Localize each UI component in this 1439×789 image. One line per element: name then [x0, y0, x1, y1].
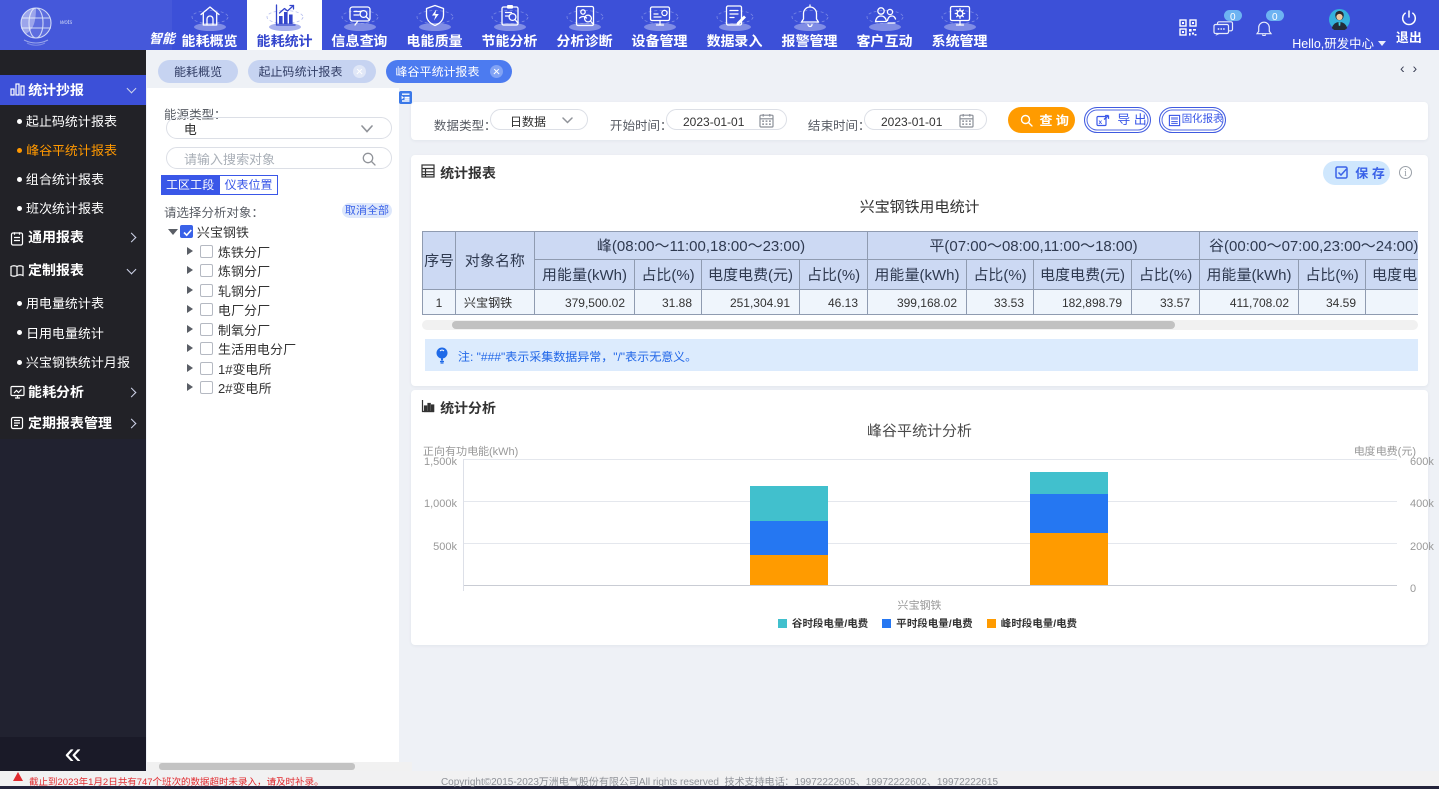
- svg-text:x: x: [1099, 116, 1103, 126]
